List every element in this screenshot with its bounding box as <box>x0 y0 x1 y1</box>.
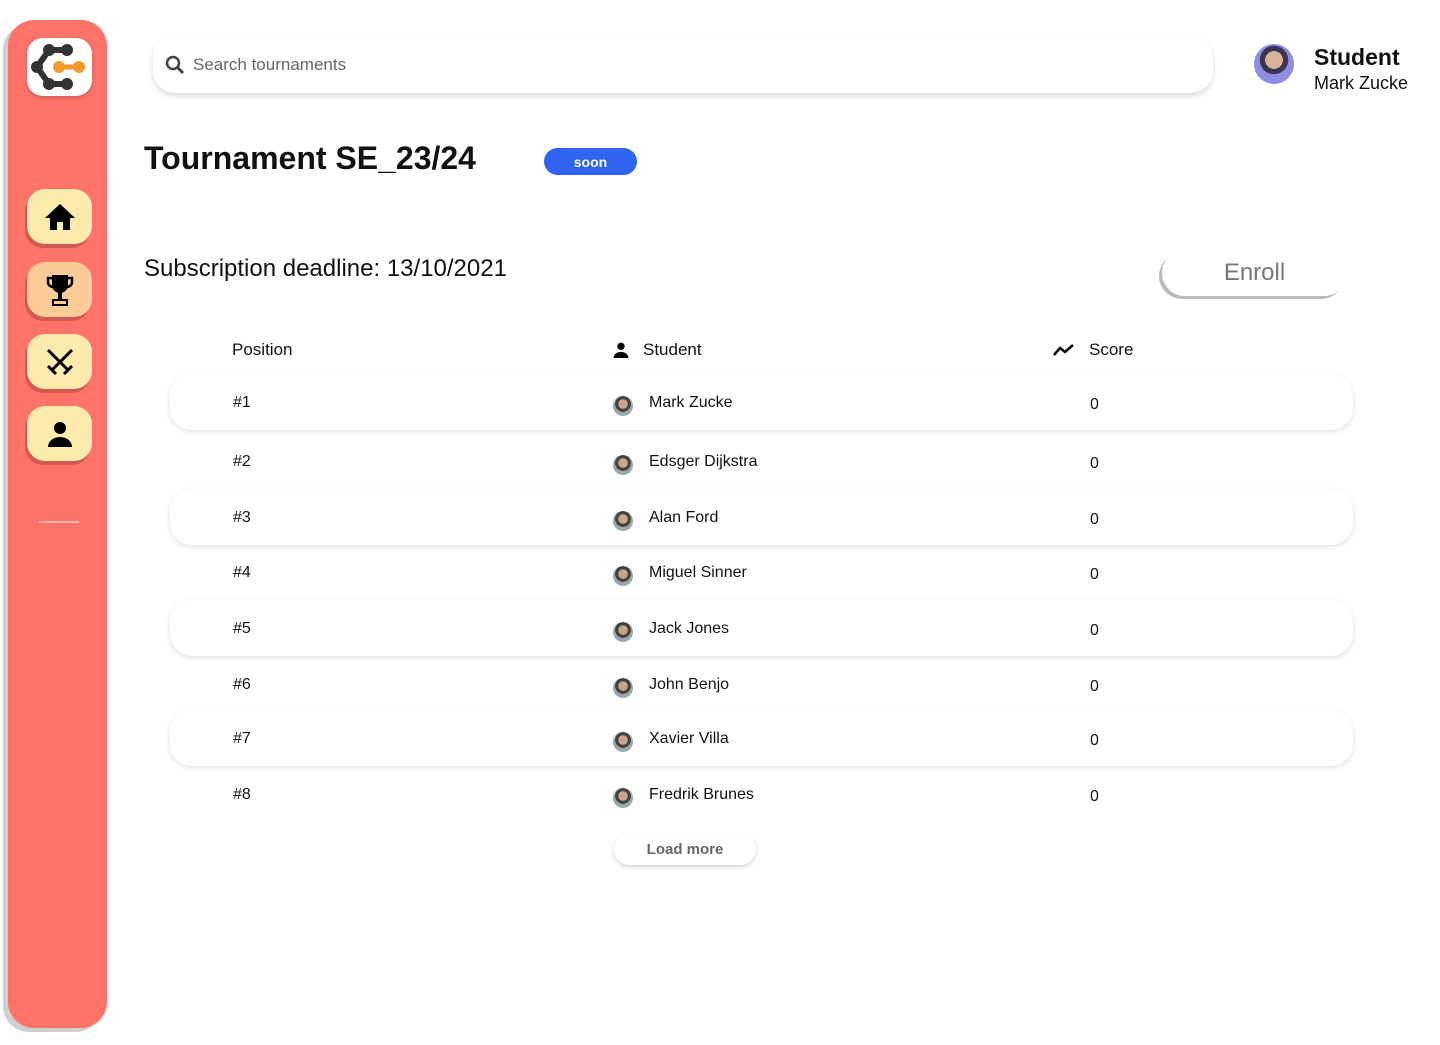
header-label: Score <box>1089 340 1134 359</box>
student-avatar <box>613 396 633 416</box>
student-avatar <box>613 455 633 475</box>
student-avatar <box>613 678 633 698</box>
page-title: Tournament SE_23/24 <box>144 140 476 176</box>
table-row[interactable]: #4 Miguel Sinner 0 <box>170 544 1353 600</box>
student-score: 0 <box>1090 732 1099 749</box>
user-icon <box>47 421 72 447</box>
status-badge: soon <box>544 148 637 175</box>
row-position: #2 <box>233 453 251 470</box>
student-name: John Benjo <box>649 676 730 693</box>
header-label: Student <box>643 340 702 359</box>
table-row[interactable]: #1 Mark Zucke 0 <box>170 374 1353 430</box>
table-row[interactable]: #7 Xavier Villa 0 <box>170 710 1353 766</box>
trophy-icon <box>46 274 73 306</box>
student-avatar <box>613 732 633 752</box>
trending-icon <box>1053 344 1074 356</box>
table-row[interactable]: #8 Fredrik Brunes 0 <box>170 766 1353 822</box>
row-position: #5 <box>233 620 251 637</box>
student-score: 0 <box>1090 622 1099 639</box>
student-name: Miguel Sinner <box>649 564 747 581</box>
student-avatar <box>613 511 633 531</box>
header-score: Score <box>1053 340 1133 360</box>
subscription-deadline: Subscription deadline: 13/10/2021 <box>144 255 507 282</box>
nav-tournaments[interactable] <box>27 262 92 317</box>
user-name: Mark Zucke <box>1314 73 1409 93</box>
student-avatar <box>613 566 633 586</box>
student-score: 0 <box>1090 678 1099 695</box>
search-placeholder: Search tournaments <box>193 54 347 74</box>
student-name: Mark Zucke <box>649 394 733 411</box>
table-row[interactable]: #5 Jack Jones 0 <box>170 600 1353 656</box>
row-position: #7 <box>233 730 251 747</box>
student-name: Alan Ford <box>649 509 719 526</box>
logo-icon <box>31 44 85 90</box>
row-position: #6 <box>233 676 251 693</box>
header-student: Student <box>613 340 702 360</box>
nav-profile[interactable] <box>27 406 92 461</box>
student-avatar <box>613 788 633 808</box>
row-position: #3 <box>233 509 251 526</box>
nav-home[interactable] <box>27 189 92 244</box>
table-row[interactable]: #6 John Benjo 0 <box>170 656 1353 712</box>
student-name: Xavier Villa <box>649 730 729 747</box>
sidebar <box>8 20 107 1028</box>
nav-battles[interactable] <box>27 334 92 389</box>
search-icon <box>165 55 185 74</box>
row-position: #4 <box>233 564 251 581</box>
student-avatar <box>613 622 633 642</box>
row-position: #8 <box>233 786 251 803</box>
table-row[interactable]: #3 Alan Ford 0 <box>170 489 1353 545</box>
load-more-button[interactable]: Load more <box>614 834 756 865</box>
user-icon <box>613 342 629 358</box>
student-score: 0 <box>1090 396 1099 413</box>
student-score: 0 <box>1090 455 1099 472</box>
header-label: Position <box>232 340 293 359</box>
sidebar-divider <box>39 521 79 523</box>
student-score: 0 <box>1090 566 1099 583</box>
student-name: Fredrik Brunes <box>649 786 754 803</box>
enroll-button[interactable]: Enroll <box>1162 250 1347 296</box>
search-input[interactable]: Search tournaments <box>153 36 1213 93</box>
student-name: Jack Jones <box>649 620 730 637</box>
table-row[interactable]: #2 Edsger Dijkstra 0 <box>170 433 1353 489</box>
swords-icon <box>46 348 73 375</box>
student-score: 0 <box>1090 511 1099 528</box>
header-position: Position <box>232 340 292 360</box>
student-name: Edsger Dijkstra <box>649 453 758 470</box>
home-icon <box>44 203 75 230</box>
avatar <box>1254 44 1294 84</box>
app-logo[interactable] <box>27 38 92 96</box>
user-role: Student <box>1314 44 1400 70</box>
user-profile[interactable]: Student Mark Zucke <box>1254 44 1408 94</box>
student-score: 0 <box>1090 788 1099 805</box>
row-position: #1 <box>233 394 251 411</box>
